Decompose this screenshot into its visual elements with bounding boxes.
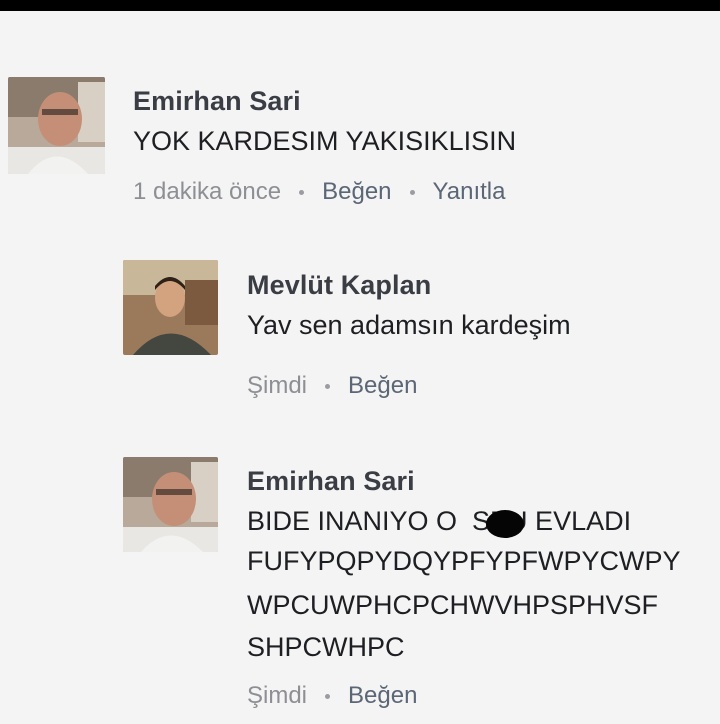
comment-time: Şimdi xyxy=(247,372,308,399)
comment-meta: Şimdi Beğen xyxy=(247,682,417,710)
separator-dot xyxy=(325,693,331,699)
like-button[interactable]: Beğen xyxy=(348,682,417,710)
avatar[interactable] xyxy=(8,77,105,174)
comment-text-line: BIDE INANIYO O SPU EVLADI xyxy=(247,506,632,536)
comment-text-line: SHPCWHPC xyxy=(247,632,405,662)
comment-author[interactable]: Emirhan Sari xyxy=(133,86,301,117)
like-button[interactable]: Beğen xyxy=(348,372,417,400)
comment-text-line: FUFYPQPYDQYPFYPFWPYCWPY xyxy=(247,546,681,576)
comment-text: Yav sen adamsın kardeşim xyxy=(247,310,571,340)
separator-dot xyxy=(409,189,415,195)
like-button[interactable]: Beğen xyxy=(322,178,391,206)
reply-button[interactable]: Yanıtla xyxy=(433,178,506,206)
comment-time: 1 dakika önce xyxy=(133,178,282,205)
avatar[interactable] xyxy=(123,457,218,552)
comment-text: YOK KARDESIM YAKISIKLISIN xyxy=(133,126,517,156)
top-border xyxy=(0,0,720,11)
redaction-mark xyxy=(486,510,524,538)
separator-dot xyxy=(325,383,331,389)
avatar[interactable] xyxy=(123,260,218,355)
comment-text-line: WPCUWPHCPCHWVHPSPHVSF xyxy=(247,590,659,620)
separator-dot xyxy=(299,189,305,195)
comment-meta: 1 dakika önce Beğen Yanıtla xyxy=(133,178,505,206)
comment-thread-screenshot: Emirhan Sari YOK KARDESIM YAKISIKLISIN 1… xyxy=(0,0,720,724)
comment-time: Şimdi xyxy=(247,682,308,709)
comment-meta: Şimdi Beğen xyxy=(247,372,417,400)
comment-author[interactable]: Mevlüt Kaplan xyxy=(247,270,431,301)
comment-author[interactable]: Emirhan Sari xyxy=(247,466,415,497)
